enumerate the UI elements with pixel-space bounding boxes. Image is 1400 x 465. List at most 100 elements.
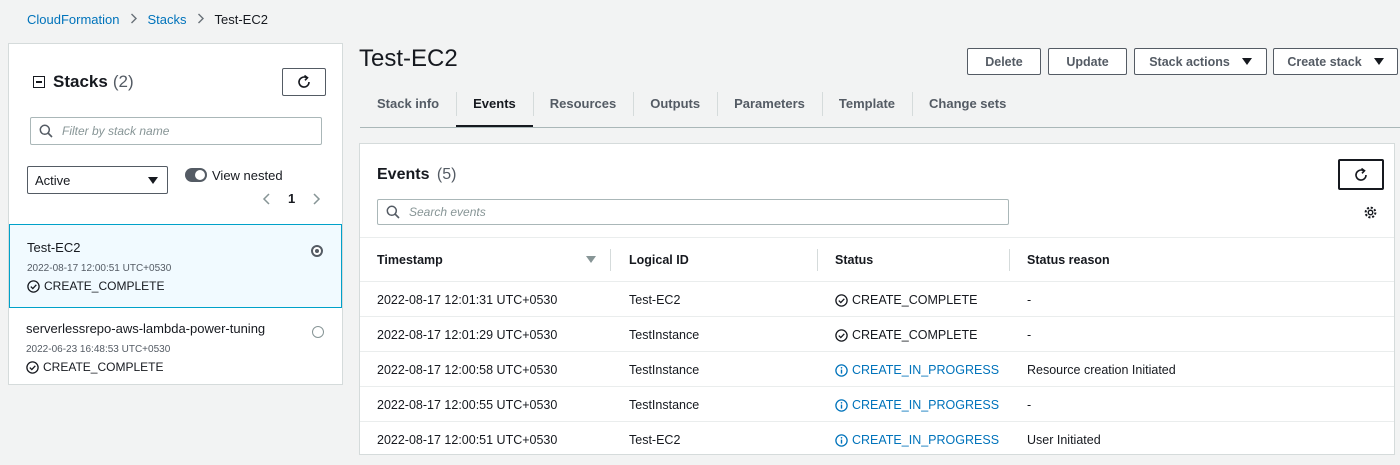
- chevron-left-icon[interactable]: [260, 192, 274, 206]
- stack-list-item[interactable]: Test-EC2 2022-08-17 12:00:51 UTC+0530 CR…: [9, 224, 342, 308]
- breadcrumb-stacks[interactable]: Stacks: [148, 12, 187, 27]
- col-header-logical-id[interactable]: Logical ID: [629, 253, 689, 267]
- page-title: Test-EC2: [359, 45, 458, 72]
- sort-down-icon[interactable]: [586, 256, 596, 263]
- status-text: CREATE_IN_PROGRESS: [852, 363, 1000, 377]
- cell-logical-id: TestInstance: [629, 328, 700, 342]
- stack-status: CREATE_COMPLETE: [26, 360, 342, 374]
- stacks-count: (2): [112, 72, 134, 91]
- stack-select-radio[interactable]: [312, 326, 324, 338]
- col-header-status[interactable]: Status: [835, 253, 873, 267]
- refresh-icon: [298, 74, 310, 88]
- update-button-label: Update: [1066, 54, 1109, 69]
- table-row: 2022-08-17 12:00:58 UTC+0530 TestInstanc…: [360, 352, 1394, 387]
- caret-down-icon: [148, 176, 158, 184]
- update-button[interactable]: Update: [1048, 48, 1127, 75]
- search-icon: [39, 124, 53, 138]
- caret-down-icon: [1241, 58, 1252, 65]
- stack-timestamp: 2022-08-17 12:00:51 UTC+0530: [27, 263, 172, 274]
- stack-status: CREATE_COMPLETE: [27, 279, 341, 293]
- search-icon: [386, 205, 400, 219]
- cell-status: CREATE_IN_PROGRESS: [835, 398, 999, 412]
- check-circle-icon: [27, 279, 40, 293]
- stack-tabs: Stack info Events Resources Outputs Para…: [360, 90, 1023, 128]
- stack-name: serverlessrepo-aws-lambda-power-tuning: [26, 321, 266, 336]
- info-circle-icon: [835, 363, 848, 377]
- gear-icon[interactable]: [1363, 205, 1378, 220]
- events-table-header: Timestamp Logical ID Status Status reaso…: [360, 237, 1394, 282]
- events-search-field[interactable]: [377, 199, 1009, 225]
- stack-status-select[interactable]: Active: [27, 166, 168, 194]
- toggle-knob: [195, 170, 205, 180]
- create-stack-button[interactable]: Create stack: [1273, 48, 1398, 75]
- view-nested-label: View nested: [212, 168, 283, 183]
- stack-list-item[interactable]: serverlessrepo-aws-lambda-power-tuning 2…: [9, 310, 342, 386]
- stack-status-text: CREATE_COMPLETE: [44, 279, 165, 293]
- cell-timestamp: 2022-08-17 12:01:31 UTC+0530: [377, 293, 558, 307]
- table-row: 2022-08-17 12:00:51 UTC+0530 Test-EC2 CR…: [360, 422, 1394, 457]
- info-circle-icon: [835, 398, 848, 412]
- cell-logical-id: Test-EC2: [629, 293, 681, 307]
- column-divider: [1009, 249, 1010, 271]
- view-nested-toggle[interactable]: [185, 168, 207, 182]
- stack-timestamp: 2022-06-23 16:48:53 UTC+0530: [26, 344, 171, 355]
- cell-logical-id: TestInstance: [629, 363, 700, 377]
- breadcrumb-current: Test-EC2: [214, 12, 268, 27]
- events-title: Events (5): [377, 166, 456, 184]
- chevron-right-icon[interactable]: [309, 192, 323, 206]
- cell-status-reason: -: [1027, 328, 1032, 342]
- stack-status-select-value: Active: [35, 172, 71, 188]
- cell-timestamp: 2022-08-17 12:00:55 UTC+0530: [377, 398, 558, 412]
- tab-events[interactable]: Events: [456, 90, 533, 128]
- status-text: CREATE_COMPLETE: [852, 328, 978, 342]
- stack-filter-input[interactable]: [62, 124, 321, 138]
- column-divider: [817, 249, 818, 271]
- pagination: 1: [260, 191, 323, 206]
- cell-timestamp: 2022-08-17 12:00:58 UTC+0530: [377, 363, 558, 377]
- table-row: 2022-08-17 12:01:29 UTC+0530 TestInstanc…: [360, 317, 1394, 352]
- delete-button[interactable]: Delete: [967, 48, 1041, 75]
- tab-change-sets[interactable]: Change sets: [912, 90, 1023, 128]
- events-count: (5): [436, 166, 457, 183]
- stacks-title-label: Stacks: [53, 72, 108, 91]
- tab-parameters[interactable]: Parameters: [717, 90, 822, 128]
- cell-status-reason: -: [1027, 293, 1032, 307]
- refresh-icon: [1355, 167, 1367, 181]
- col-header-timestamp[interactable]: Timestamp: [377, 253, 443, 267]
- events-panel: Events (5) Timestamp Logical ID Status S…: [359, 143, 1395, 455]
- stack-actions-button[interactable]: Stack actions: [1134, 48, 1267, 75]
- chevron-right-icon: [197, 12, 205, 27]
- col-header-status-reason[interactable]: Status reason: [1027, 253, 1110, 267]
- events-refresh-button[interactable]: [1338, 159, 1384, 190]
- tab-outputs[interactable]: Outputs: [633, 90, 717, 128]
- stack-status-text: CREATE_COMPLETE: [43, 360, 164, 374]
- cell-timestamp: 2022-08-17 12:01:29 UTC+0530: [377, 328, 558, 342]
- stack-actions-label: Stack actions: [1149, 54, 1230, 69]
- status-text: CREATE_IN_PROGRESS: [852, 398, 1000, 412]
- cell-logical-id: TestInstance: [629, 398, 700, 412]
- cell-status: CREATE_COMPLETE: [835, 328, 978, 342]
- check-circle-icon: [26, 360, 39, 374]
- breadcrumb-cloudformation[interactable]: CloudFormation: [27, 12, 120, 27]
- breadcrumb: CloudFormation Stacks Test-EC2: [27, 12, 268, 27]
- tab-template[interactable]: Template: [821, 90, 912, 128]
- tabs-divider: [360, 127, 1400, 128]
- status-text: CREATE_IN_PROGRESS: [852, 433, 1000, 447]
- stacks-refresh-button[interactable]: [282, 68, 326, 96]
- events-title-label: Events: [377, 166, 430, 183]
- column-divider: [610, 249, 611, 271]
- events-search-input[interactable]: [409, 205, 1008, 219]
- cell-status: CREATE_COMPLETE: [835, 293, 978, 307]
- page-number[interactable]: 1: [288, 191, 295, 206]
- check-circle-icon: [835, 328, 848, 342]
- table-row: 2022-08-17 12:01:31 UTC+0530 Test-EC2 CR…: [360, 282, 1394, 317]
- collapse-icon[interactable]: [33, 76, 45, 88]
- stack-name: Test-EC2: [27, 240, 81, 255]
- stack-select-radio[interactable]: [311, 245, 323, 257]
- tab-resources[interactable]: Resources: [532, 90, 633, 128]
- tab-stack-info[interactable]: Stack info: [360, 90, 456, 128]
- stack-filter-field[interactable]: [30, 117, 322, 145]
- cell-status-reason: User Initiated: [1027, 433, 1101, 447]
- cell-timestamp: 2022-08-17 12:00:51 UTC+0530: [377, 433, 558, 447]
- caret-down-icon: [1373, 58, 1384, 65]
